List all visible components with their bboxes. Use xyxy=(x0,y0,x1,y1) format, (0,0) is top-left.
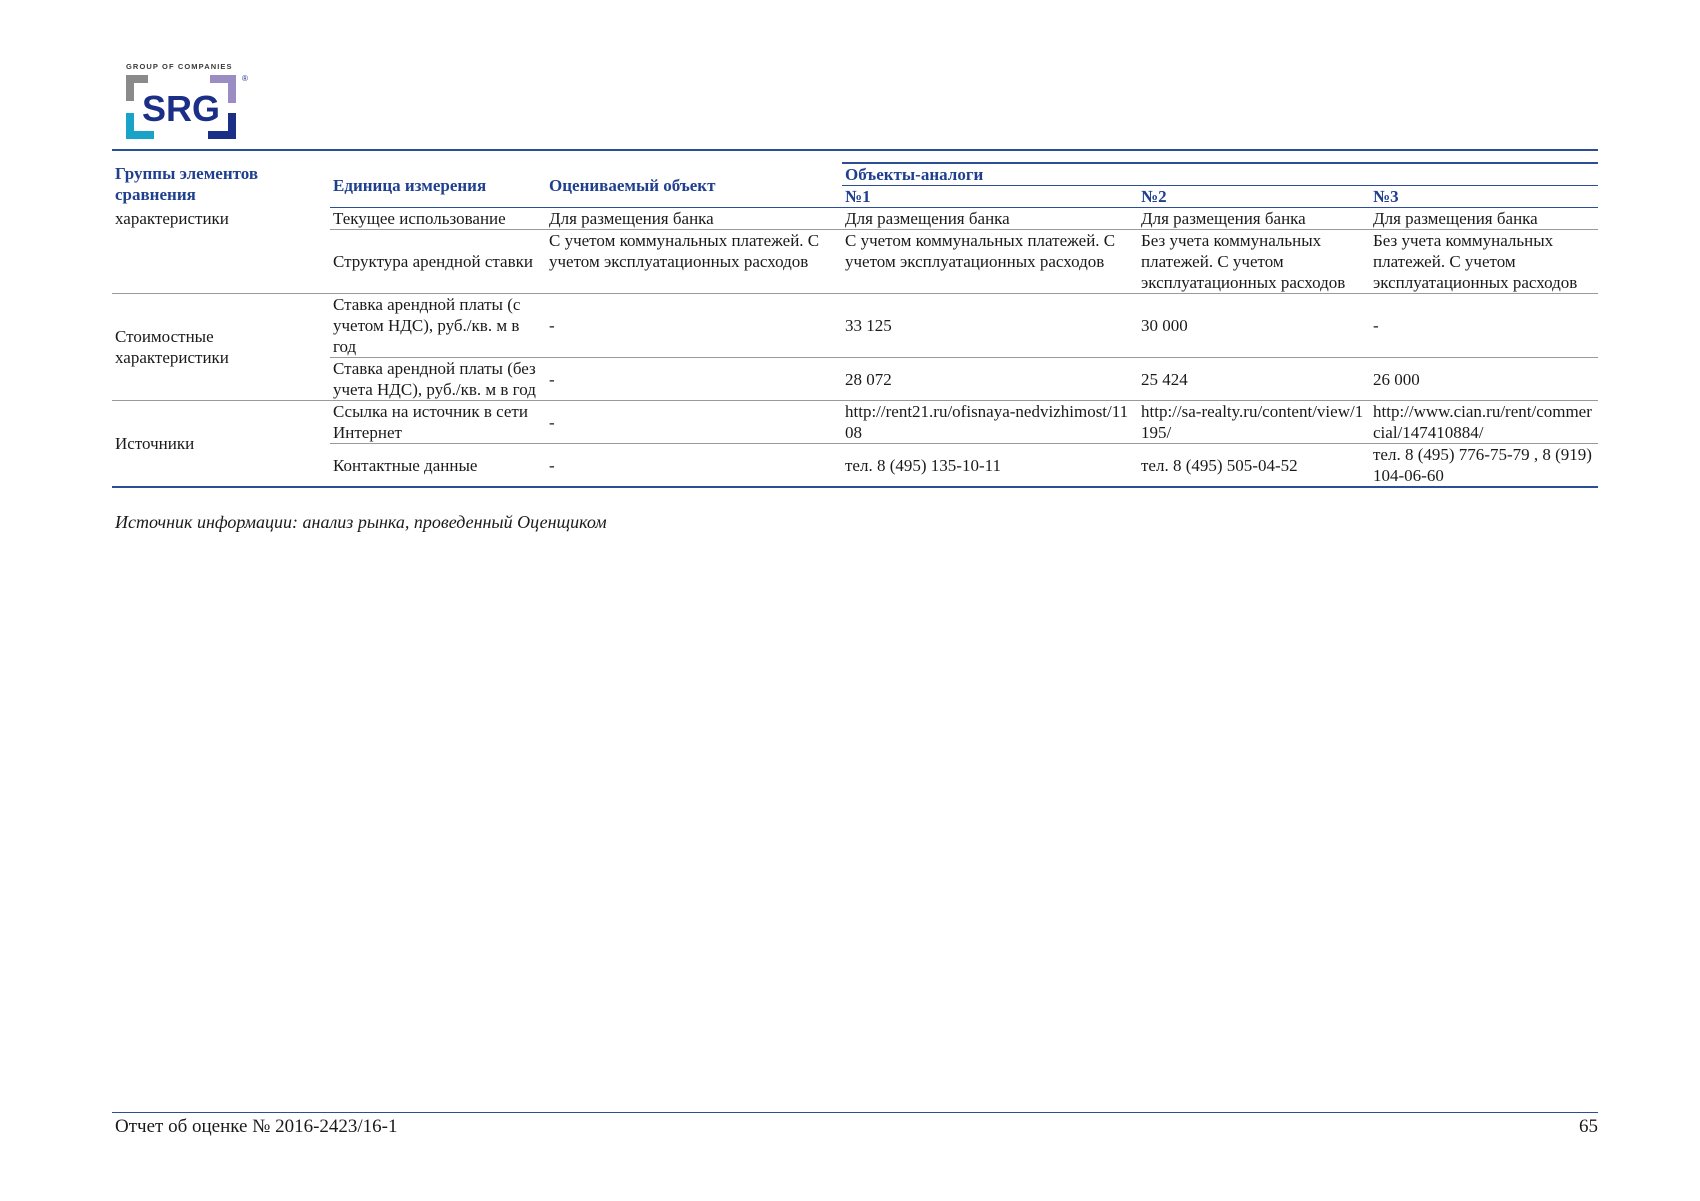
srg-logo-mark: SRG ® xyxy=(126,74,248,139)
unit-cell: Ставка арендной платы (с учетом НДС), ру… xyxy=(330,293,546,358)
table-row: Стоимостные характеристики Ставка арендн… xyxy=(112,293,1599,401)
analog-3-cell: Без учета коммунальных платежей. С учето… xyxy=(1370,229,1599,294)
analog-1-contact: тел. 8 (495) 135-10-11 xyxy=(842,443,1138,488)
group-label-characteristics: характеристики xyxy=(112,208,330,294)
analog-1-cell: 33 125 xyxy=(842,293,1138,358)
group-label-sources: Источники xyxy=(112,400,330,488)
group-label-text: характеристики xyxy=(115,208,229,228)
analog-3-link: http://www.cian.ru/rent/commercial/14741… xyxy=(1370,400,1599,444)
header-groups: Группы элементов сравнения xyxy=(115,164,259,204)
analog-1-link: http://rent21.ru/ofisnaya-nedvizhimost/1… xyxy=(842,400,1138,444)
header-analog-1: №1 xyxy=(842,185,1138,208)
analog-3-contact: тел. 8 (495) 776-75-79 , 8 (919) 104-06-… xyxy=(1370,443,1599,488)
header-analog-2: №2 xyxy=(1138,185,1370,208)
unit-cell: Ссылка на источник в сети Интернет xyxy=(330,400,546,444)
unit-cell: Контактные данные xyxy=(330,443,546,488)
analog-2-cell: Для размещения банка xyxy=(1138,207,1370,230)
srg-logo: GROUP OF COMPANIES SRG ® xyxy=(124,62,250,140)
object-cell: - xyxy=(546,443,842,488)
analog-3-cell: Для размещения банка xyxy=(1370,207,1599,230)
analog-2-contact: тел. 8 (495) 505-04-52 xyxy=(1138,443,1370,488)
analog-1-cell: Для размещения банка xyxy=(842,207,1138,230)
analog-3-cell: - xyxy=(1370,293,1599,358)
comparison-table: Группы элементов сравнения Единица измер… xyxy=(112,162,1599,488)
analog-3-cell: 26 000 xyxy=(1370,357,1599,401)
table-row: Ставка арендной платы (без учета НДС), р… xyxy=(112,357,1599,401)
table-row: Контактные данные - тел. 8 (495) 135-10-… xyxy=(112,443,1599,488)
registered-mark: ® xyxy=(242,74,248,83)
object-cell: - xyxy=(546,293,842,358)
analog-2-cell: 25 424 xyxy=(1138,357,1370,401)
logo-brand-text: SRG xyxy=(142,88,220,129)
analog-2-cell: Без учета коммунальных платежей. С учето… xyxy=(1138,229,1370,294)
logo-tagline: GROUP OF COMPANIES xyxy=(126,62,233,71)
header-analogs: Объекты-аналоги xyxy=(842,162,1599,186)
analog-1-cell: С учетом коммунальных платежей. С учетом… xyxy=(842,229,1138,294)
object-cell: - xyxy=(546,400,842,444)
unit-cell: Ставка арендной платы (без учета НДС), р… xyxy=(330,357,546,401)
page-number: 65 xyxy=(1579,1116,1598,1137)
unit-cell: Текущее использование xyxy=(330,207,546,230)
header-unit: Единица измерения xyxy=(333,175,487,195)
table-row: Источники Ссылка на источник в сети Инте… xyxy=(112,400,1599,488)
table-row: Структура арендной ставки С учетом комму… xyxy=(112,229,1599,294)
report-number: Отчет об оценке № 2016-2423/16-1 xyxy=(115,1116,398,1137)
table-header-row: Группы элементов сравнения Единица измер… xyxy=(112,162,1599,204)
header-analog-3: №3 xyxy=(1370,185,1599,208)
object-cell: - xyxy=(546,357,842,401)
footer-rule xyxy=(112,1112,1598,1113)
analog-2-link: http://sa-realty.ru/content/view/1195/ xyxy=(1138,400,1370,444)
analog-2-cell: 30 000 xyxy=(1138,293,1370,358)
header-object: Оцениваемый объект xyxy=(549,175,716,195)
unit-cell: Структура арендной ставки xyxy=(330,229,546,294)
object-cell: Для размещения банка xyxy=(546,207,842,230)
source-note: Источник информации: анализ рынка, прове… xyxy=(115,512,607,532)
analog-1-cell: 28 072 xyxy=(842,357,1138,401)
object-cell: С учетом коммунальных платежей. С учетом… xyxy=(546,229,842,294)
header-rule xyxy=(112,149,1598,151)
group-label-cost: Стоимостные характеристики xyxy=(112,293,330,401)
table-row: характеристики Текущее использование Для… xyxy=(112,207,1599,230)
